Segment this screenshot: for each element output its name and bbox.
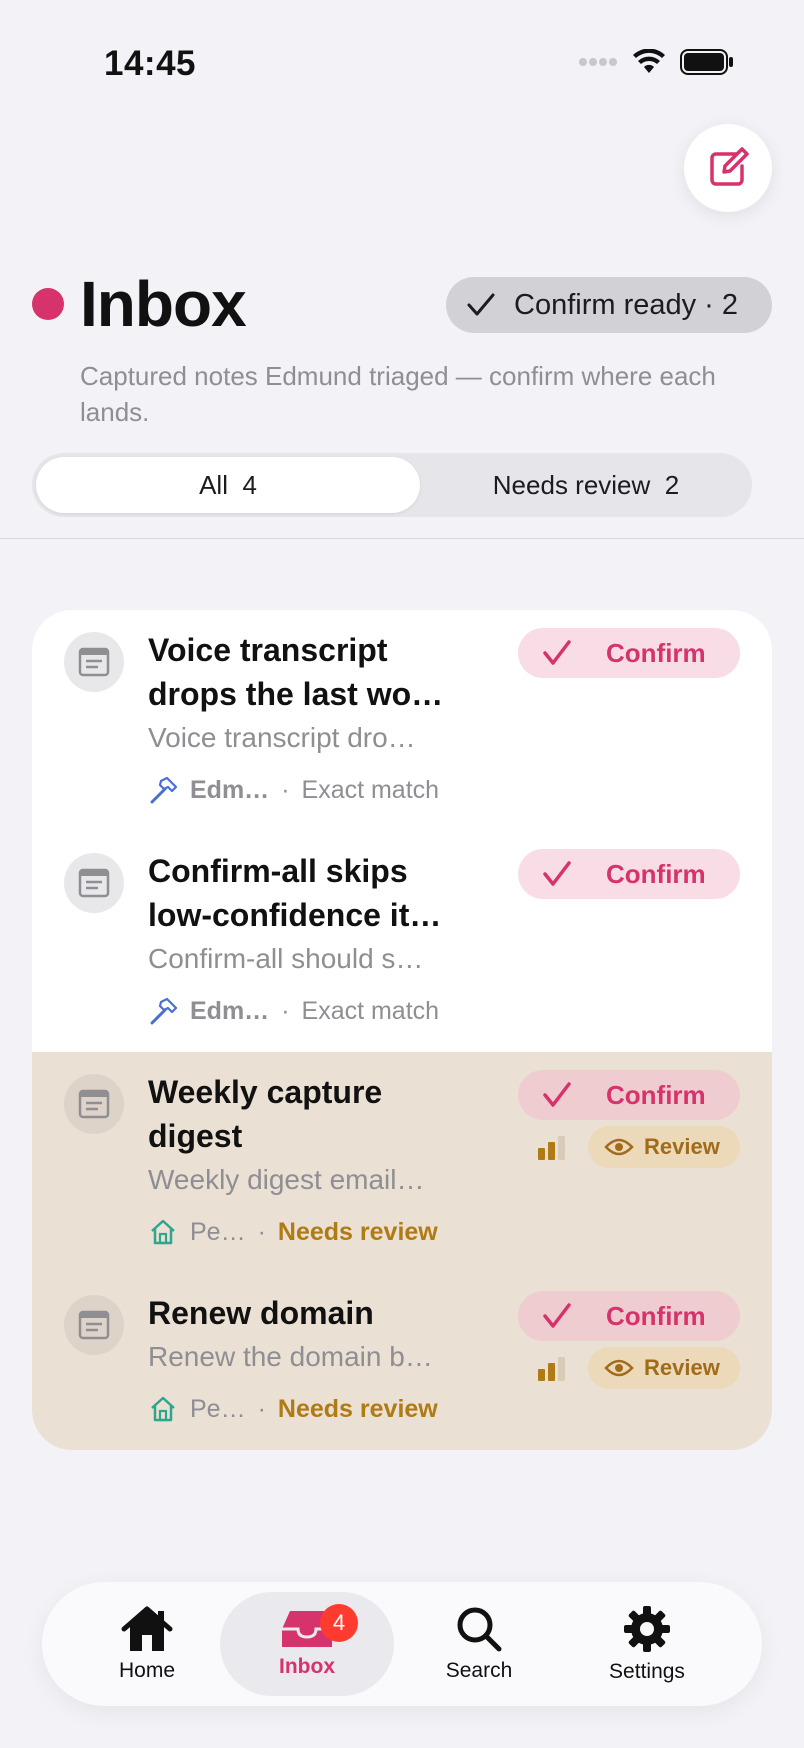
tab-home[interactable]: Home <box>60 1592 234 1696</box>
tab-settings[interactable]: Settings <box>560 1592 734 1696</box>
signal-dots-icon <box>579 58 617 66</box>
review-label: Review <box>644 1134 720 1159</box>
confidence-bars-icon <box>538 1357 565 1381</box>
tab-search[interactable]: Search <box>392 1592 566 1696</box>
confirm-button[interactable]: Confirm <box>518 1070 740 1120</box>
eye-icon <box>604 1359 634 1377</box>
confirm-ready-label: Confirm ready · 2 <box>514 288 739 321</box>
checkmark-icon <box>543 640 571 665</box>
tab-search-label: Search <box>445 1659 513 1682</box>
item-preview: Confirm-all should s… <box>148 943 424 974</box>
status-bar: 14:45 <box>0 0 804 120</box>
note-icon <box>64 1074 124 1134</box>
item-meta: Pe… · Needs review <box>148 1214 438 1250</box>
confirm-label: Confirm <box>606 858 706 889</box>
item-preview: Weekly digest email… <box>148 1164 425 1195</box>
confirm-label: Confirm <box>606 1079 706 1110</box>
search-icon <box>457 1607 502 1652</box>
item-meta: Edm… · Exact match <box>148 772 439 808</box>
filter-segmented-control: All 4 Needs review 2 <box>32 453 752 517</box>
compose-icon <box>710 147 749 186</box>
checkmark-icon <box>543 1082 571 1107</box>
compose-button[interactable] <box>684 124 772 212</box>
tab-home-label: Home <box>118 1659 176 1682</box>
segment-all-count: 4 <box>242 469 257 500</box>
list-item[interactable]: Renew domain Renew the domain b… Pe… · N… <box>32 1273 772 1450</box>
item-source: Pe… <box>190 1217 246 1246</box>
eye-icon <box>604 1138 634 1156</box>
segment-review-label: Needs review <box>492 469 651 500</box>
header-divider <box>0 538 804 539</box>
item-meta: Edm… · Exact match <box>148 993 439 1029</box>
meta-separator: · <box>257 1394 266 1423</box>
inbox-list: Voice transcript drops the last wo… Voic… <box>32 610 772 1450</box>
title-dot <box>32 288 64 320</box>
tab-bar: Home Inbox 4 Search Settings <box>42 1582 762 1706</box>
checkmark-icon <box>543 1303 571 1328</box>
confirm-button[interactable]: Confirm <box>518 1291 740 1341</box>
note-icon <box>64 1295 124 1355</box>
wifi-icon <box>633 49 665 73</box>
checkmark-icon <box>543 861 571 886</box>
tab-inbox[interactable]: Inbox 4 <box>220 1592 394 1696</box>
list-item[interactable]: Confirm-all skips low-confidence it… Con… <box>32 831 772 1052</box>
item-preview: Renew the domain b… <box>148 1341 433 1372</box>
item-status: Exact match <box>301 996 440 1025</box>
segment-review-count: 2 <box>664 469 680 500</box>
gear-icon <box>624 1606 670 1652</box>
segment-needs-review[interactable]: Needs review 2 <box>424 457 748 513</box>
tab-inbox-label: Inbox <box>279 1655 335 1678</box>
item-title: Voice transcript drops the last wo… <box>148 632 444 712</box>
item-status: Needs review <box>277 1394 438 1423</box>
item-status: Needs review <box>277 1217 438 1246</box>
item-preview: Voice transcript dro… <box>148 722 416 753</box>
item-meta: Pe… · Needs review <box>148 1391 438 1427</box>
review-button[interactable]: Review <box>588 1347 740 1389</box>
item-title: Renew domain <box>148 1295 374 1331</box>
hammer-icon <box>150 776 178 804</box>
inbox-badge: 4 <box>320 1604 358 1642</box>
status-icons <box>578 48 734 76</box>
page-title: Inbox <box>80 268 247 340</box>
home-icon <box>151 1396 175 1422</box>
note-icon <box>64 632 124 692</box>
page-subtitle: Captured notes Edmund triaged — confirm … <box>80 361 716 427</box>
battery-icon <box>680 49 733 75</box>
item-title: Confirm-all skips low-confidence it… <box>148 853 442 933</box>
hammer-icon <box>150 997 178 1025</box>
review-button[interactable]: Review <box>588 1126 740 1168</box>
confirm-ready-button[interactable]: Confirm ready · 2 <box>446 277 772 333</box>
tab-settings-label: Settings <box>609 1660 685 1683</box>
checkmark-icon <box>467 293 495 316</box>
item-source: Edm… <box>190 996 270 1025</box>
meta-separator: · <box>281 775 290 804</box>
confirm-button[interactable]: Confirm <box>518 628 740 678</box>
review-label: Review <box>644 1355 720 1380</box>
home-icon <box>151 1219 175 1245</box>
home-icon <box>121 1606 173 1651</box>
meta-separator: · <box>257 1217 266 1246</box>
segment-all-label: All <box>199 469 228 500</box>
note-icon <box>64 853 124 913</box>
item-source: Pe… <box>190 1394 246 1423</box>
confirm-button[interactable]: Confirm <box>518 849 740 899</box>
item-status: Exact match <box>301 775 440 804</box>
list-item[interactable]: Weekly capture digest Weekly digest emai… <box>32 1052 772 1273</box>
confirm-label: Confirm <box>606 1300 706 1331</box>
confidence-bars-icon <box>538 1136 565 1160</box>
item-title: Weekly capture digest <box>148 1074 383 1154</box>
list-item[interactable]: Voice transcript drops the last wo… Voic… <box>32 610 772 831</box>
item-source: Edm… <box>190 775 270 804</box>
status-time: 14:45 <box>104 44 197 83</box>
segment-all[interactable]: All 4 <box>36 457 420 513</box>
meta-separator: · <box>281 996 290 1025</box>
confirm-label: Confirm <box>606 637 706 668</box>
